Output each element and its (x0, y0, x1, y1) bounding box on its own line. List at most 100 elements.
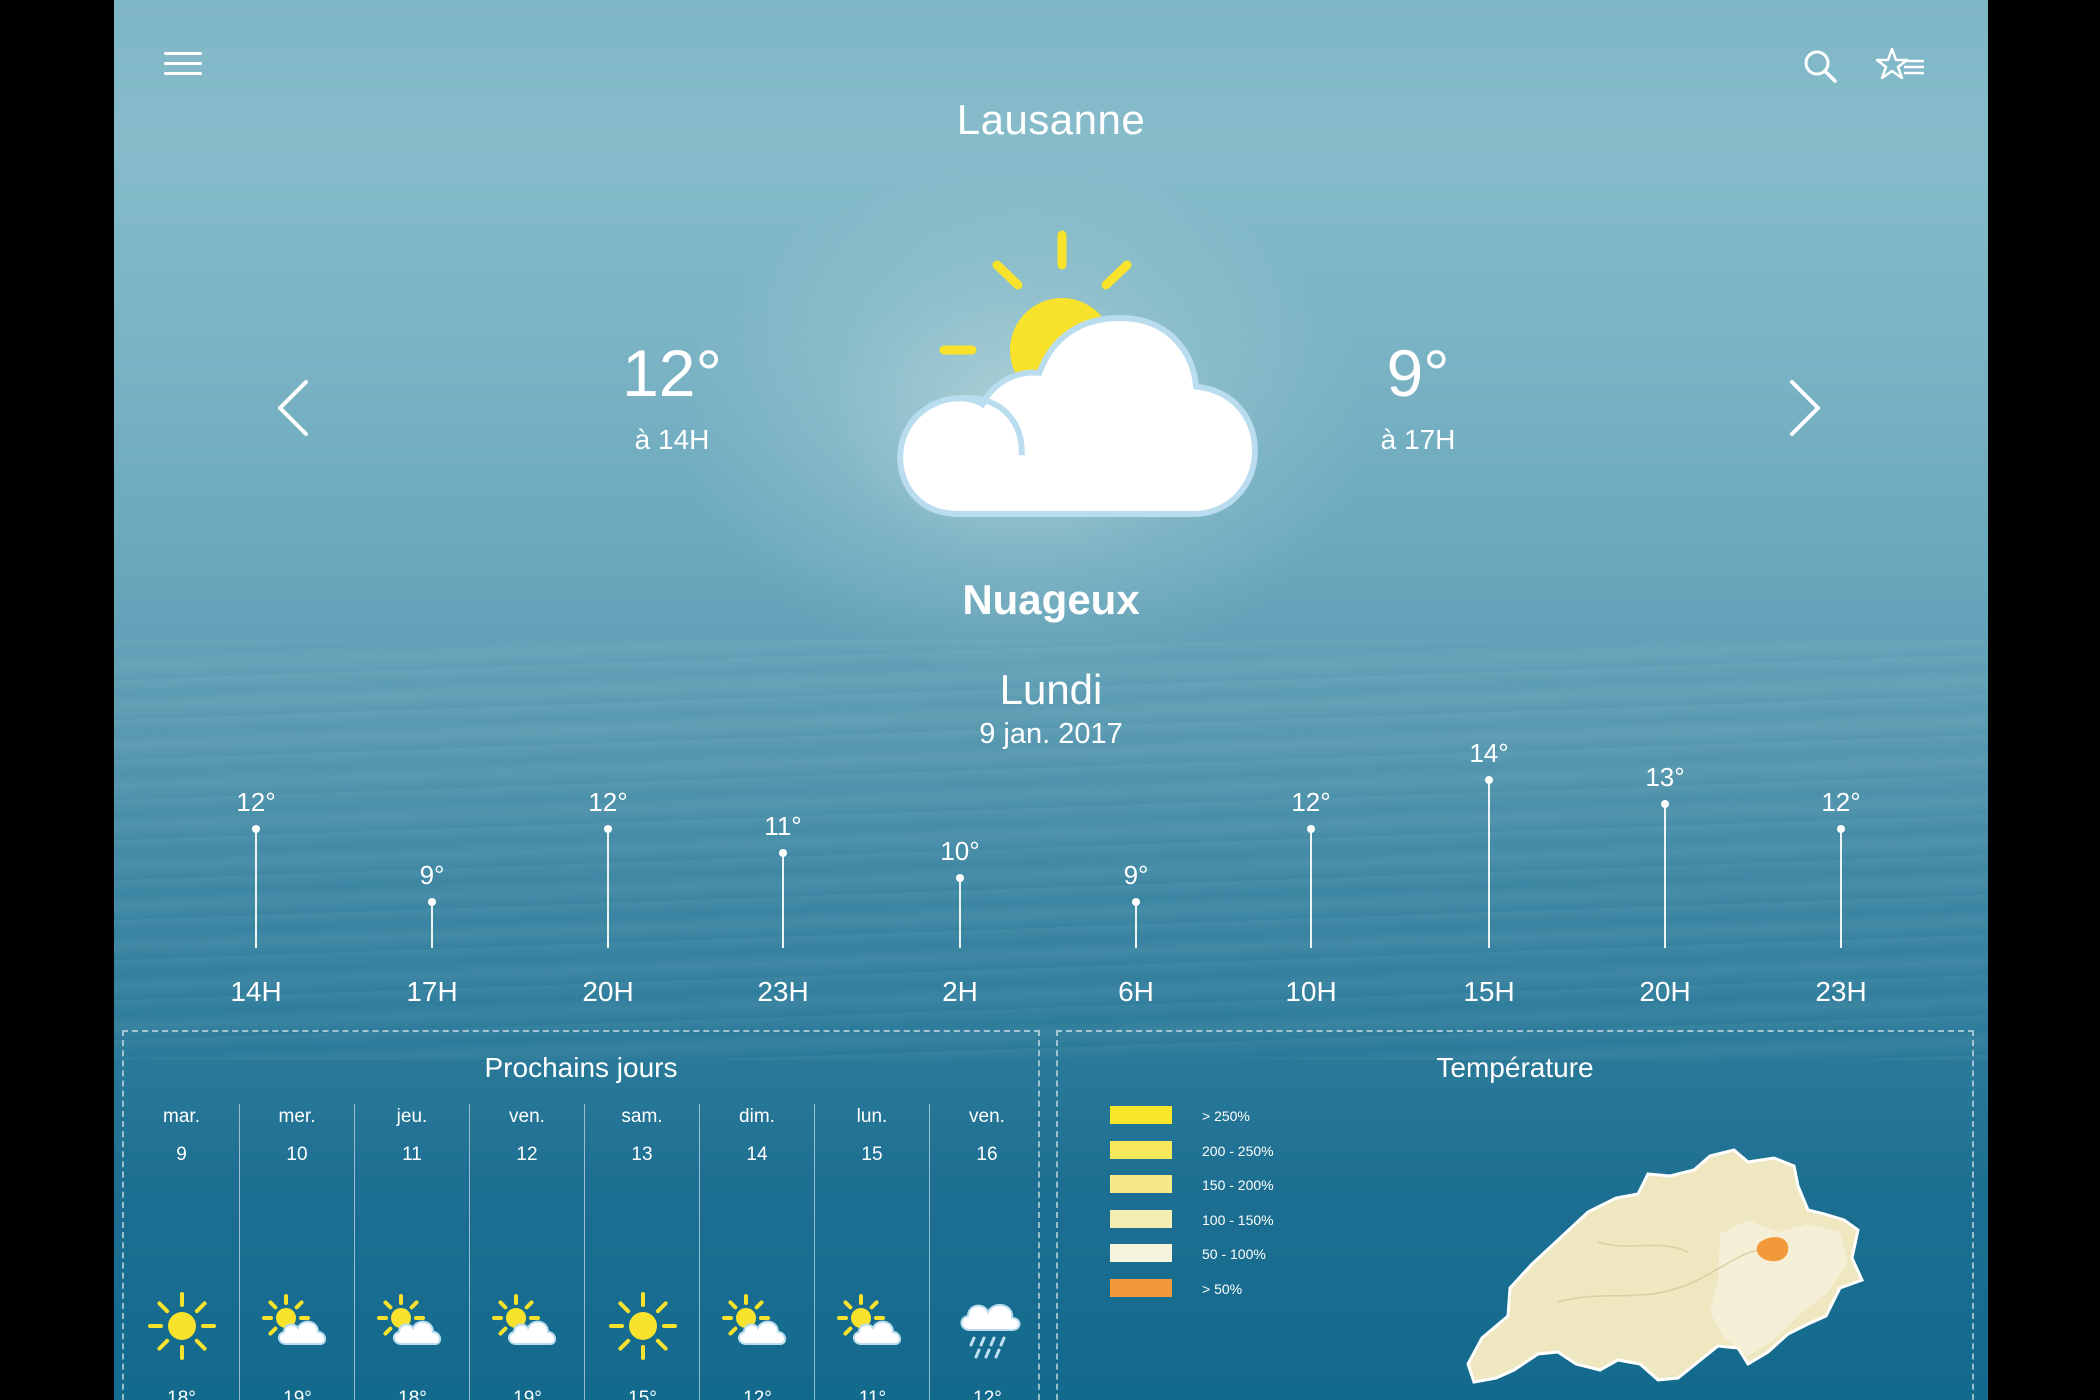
forecast-day[interactable]: ven. 12 19° (469, 1104, 584, 1400)
hourly-item: 13° 20H (1605, 760, 1725, 1020)
forecast-day-number: 14 (746, 1144, 768, 1165)
forecast-day[interactable]: mer. 10 19° (239, 1104, 354, 1400)
forecast-day-temp: 15° (585, 1388, 700, 1400)
forecast-day-number: 9 (176, 1144, 187, 1165)
forecast-day-temp: 18° (355, 1388, 470, 1400)
chevron-right-icon[interactable] (1784, 378, 1824, 438)
forecast-day[interactable]: lun. 15 11° (814, 1104, 929, 1400)
forecast-day-number: 11 (402, 1144, 422, 1165)
temp-value: 9° (1386, 336, 1450, 410)
hourly-time: 23H (1815, 976, 1867, 1007)
forecast-day-name: jeu. (396, 1106, 428, 1127)
forecast-day[interactable]: jeu. 11 18° (354, 1104, 469, 1400)
hourly-item: 9° 17H (372, 760, 492, 1020)
forecast-day-number: 15 (861, 1144, 883, 1165)
hourly-line (1664, 804, 1666, 948)
hourly-temp: 9° (1123, 860, 1149, 890)
temp-time: à 17H (1380, 424, 1456, 455)
legend-label: 200 - 250% (1202, 1142, 1274, 1159)
forecast-temp-value: 11° (858, 1388, 887, 1400)
next-days-title: Prochains jours (484, 1052, 678, 1083)
forecast-day-name: mar. (163, 1106, 200, 1127)
legend-label: 50 - 100% (1202, 1246, 1266, 1262)
hourly-temp: 12° (1291, 786, 1331, 817)
hourly-temp: 12° (236, 786, 276, 817)
favorites-list-icon[interactable] (1876, 46, 1926, 84)
sun-behind-cloud-icon (897, 230, 1258, 517)
temperature-map-title: Température (1436, 1052, 1594, 1083)
forecast-day-number: 13 (631, 1144, 653, 1165)
date-label: 9 jan. 2017 (979, 718, 1123, 750)
hourly-line (607, 828, 609, 948)
legend-swatch (1110, 1278, 1172, 1297)
legend-label: 150 - 200% (1202, 1177, 1274, 1193)
forecast-temp-value: 19° (283, 1388, 312, 1400)
hourly-item: 11° 23H (723, 760, 843, 1020)
hourly-item: 9° 6H (1076, 760, 1196, 1020)
forecast-temp-value: 18° (167, 1388, 196, 1400)
hourly-time: 17H (406, 976, 458, 1007)
forecast-day[interactable]: dim. 14 12° (699, 1104, 814, 1400)
legend-swatch (1110, 1140, 1172, 1159)
condition-label: Nuageux (962, 576, 1140, 623)
hourly-item: 10° 2H (900, 760, 1020, 1020)
current-temp-left: 12° à 14H (542, 340, 802, 456)
search-icon[interactable] (1802, 48, 1838, 84)
hamburger-menu-icon[interactable] (164, 52, 202, 78)
hourly-temp: 11° (764, 811, 802, 842)
legend-swatch (1110, 1209, 1172, 1228)
forecast-temp-value: 18° (398, 1388, 427, 1400)
hourly-item: 12° 20H (548, 760, 668, 1020)
hourly-time: 20H (1639, 976, 1691, 1007)
day-label: Lundi (999, 666, 1103, 713)
hourly-line (1840, 828, 1842, 948)
hourly-temp: 12° (588, 786, 628, 817)
hourly-item: 12° 10H (1251, 760, 1371, 1020)
sun-cloud-icon (262, 1294, 326, 1345)
hourly-forecast: 12° 14H 9° 17H 12° 20H 11° 23H 10° 2H 9° 6H 12° 10H 14… (114, 738, 1988, 1020)
forecast-day[interactable]: sam. 13 15° (584, 1104, 699, 1400)
forecast-temp-value: 12° (973, 1388, 1002, 1400)
sun-cloud-icon (837, 1294, 901, 1345)
switzerland-map[interactable] (1448, 1102, 1868, 1400)
rain-cloud-icon (960, 1303, 1021, 1359)
legend-label: 100 - 150% (1202, 1211, 1274, 1228)
hourly-line (1135, 902, 1137, 948)
hourly-temp: 10° (940, 835, 980, 866)
forecast-day[interactable]: mar. 9 18° (124, 1104, 239, 1400)
hourly-temp: 9° (419, 860, 445, 890)
temperature-map-panel: Température > 250% 200 - 250% 150 - 200% 10… (1056, 1030, 1974, 1400)
hourly-time: 2H (942, 976, 978, 1007)
forecast-day-name: mer. (278, 1106, 316, 1127)
sun-cloud-icon (722, 1294, 786, 1345)
temp-value: 12° (622, 336, 722, 410)
weather-app: Lausanne 12° à 14H 9° à 17H Nuageux Lund… (114, 0, 1988, 1400)
hourly-time: 23H (757, 976, 809, 1007)
forecast-day-name: lun. (856, 1106, 888, 1127)
current-temp-right: 9° à 17H (1288, 340, 1548, 456)
legend-label: > 50% (1202, 1280, 1243, 1297)
forecast-day-name: ven. (509, 1106, 545, 1127)
hourly-temp: 12° (1821, 786, 1861, 817)
forecast-day-number: 16 (976, 1144, 998, 1165)
forecast-day-temp: 19° (240, 1388, 355, 1400)
sun-cloud-icon (492, 1294, 556, 1345)
forecast-day-temp: 18° (124, 1388, 239, 1400)
forecast-day[interactable]: ven. 16 12° (929, 1104, 1044, 1400)
hourly-item: 12° 14H (196, 760, 316, 1020)
hourly-line (1310, 828, 1312, 948)
hourly-line (255, 828, 257, 948)
hourly-time: 15H (1463, 976, 1515, 1007)
forecast-temp-value: 12° (743, 1388, 772, 1400)
hourly-line (782, 853, 784, 948)
hourly-time: 6H (1118, 976, 1154, 1007)
forecast-day-name: dim. (739, 1106, 775, 1127)
city-title: Lausanne (956, 96, 1146, 143)
chevron-left-icon[interactable] (274, 378, 314, 438)
next-days-panel: Prochains jours mar. 9 18° mer. 10 19° jeu. 11 1… (122, 1030, 1040, 1400)
hourly-temp: 14° (1469, 738, 1509, 768)
hourly-time: 20H (582, 976, 634, 1007)
hourly-temp: 13° (1645, 762, 1685, 793)
forecast-day-temp: 12° (700, 1388, 815, 1400)
hourly-line (431, 902, 433, 948)
